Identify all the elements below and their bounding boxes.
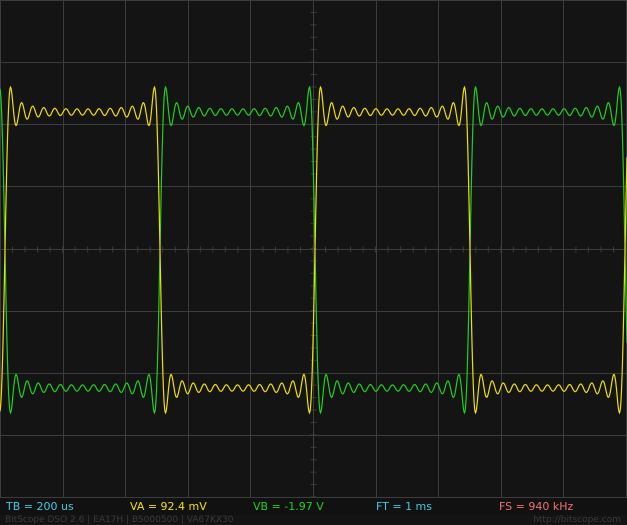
channel-b-readout[interactable]: VB = -1.97 V (253, 498, 324, 515)
sample-rate-readout[interactable]: FS = 940 kHz (499, 498, 573, 515)
footer: BitScope DSO 2.6 | EA17H | BS000500 | VA… (0, 515, 627, 525)
oscilloscope-window: TB = 200 us VA = 92.4 mV VB = -1.97 V FT… (0, 0, 627, 525)
device-info: BitScope DSO 2.6 | EA17H | BS000500 | VA… (5, 515, 234, 525)
timebase-readout[interactable]: TB = 200 us (6, 498, 74, 515)
channel-a-readout[interactable]: VA = 92.4 mV (130, 498, 207, 515)
scope-display[interactable] (0, 0, 627, 498)
website-link[interactable]: http://bitscope.com (533, 515, 621, 525)
frame-time-readout[interactable]: FT = 1 ms (376, 498, 432, 515)
status-bar: TB = 200 us VA = 92.4 mV VB = -1.97 V FT… (0, 498, 627, 515)
